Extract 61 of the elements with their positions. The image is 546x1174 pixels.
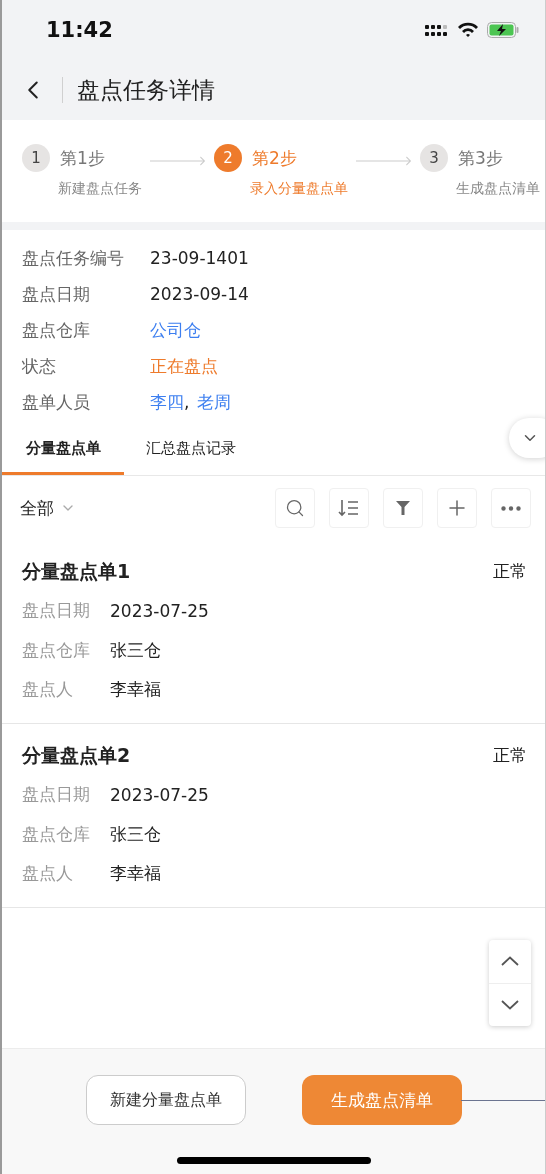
info-label: 盘点日期 [22,282,91,306]
step-subtitle: 新建盘点任务 [57,180,142,198]
warehouse-link[interactable]: 公司仓 [150,318,201,342]
sort-button[interactable] [329,488,369,528]
battery-icon [487,22,519,38]
sort-icon [338,498,360,518]
field-label: 盘点仓库 [22,638,91,662]
field-value: 张三仓 [110,822,161,846]
person-link[interactable]: 李四 [150,390,184,414]
separator: , [184,392,190,412]
chevron-down-icon [501,999,519,1010]
info-label: 盘单人员 [22,390,91,414]
chevron-up-icon [501,956,519,967]
field-value: 2023-07-25 [110,600,209,621]
info-label: 状态 [22,354,57,378]
filter-dropdown[interactable]: 全部 [20,496,76,520]
field-value: 李幸福 [110,861,161,885]
info-label: 盘点任务编号 [22,246,125,270]
more-icon [501,505,521,511]
status-value: 正在盘点 [150,354,218,378]
info-value: 23-09-1401 [150,248,249,268]
info-label: 盘点仓库 [22,318,91,342]
field-label: 盘点人 [22,861,74,885]
card-status: 正常 [493,560,527,584]
filter-icon [394,499,412,517]
step-number: 2 [214,144,242,172]
field-value: 2023-07-25 [110,784,209,805]
wifi-icon [457,22,479,38]
step-arrow-icon [150,156,206,166]
field-label: 盘点仓库 [22,822,91,846]
step-number: 3 [420,144,448,172]
field-value: 张三仓 [110,638,161,662]
person-link[interactable]: 老周 [197,390,232,414]
step-arrow-icon [356,156,412,166]
field-label: 盘点日期 [22,783,91,807]
page-title: 盘点任务详情 [77,75,215,105]
tab[interactable]: 分量盘点单 [2,424,124,475]
step-number: 1 [22,144,50,172]
step-title: 第3步 [458,146,503,170]
new-sheet-button[interactable]: 新建分量盘点单 [85,1075,246,1125]
record-card[interactable]: 分量盘点单1 正常 盘点日期 2023-07-25 盘点仓库 张三仓 盘点人 李幸福 [2,540,545,724]
card-status: 正常 [493,744,527,768]
card-title: 分量盘点单2 [22,742,131,768]
status-time: 11:42 [46,18,113,42]
signal-icon [425,23,449,37]
step-subtitle: 录入分量盘点单 [249,180,348,198]
record-card[interactable]: 分量盘点单2 正常 盘点日期 2023-07-25 盘点仓库 张三仓 盘点人 李幸福 [2,724,545,908]
more-button[interactable] [491,488,531,528]
tab[interactable]: 汇总盘点记录 [124,424,258,475]
filter-button[interactable] [383,488,423,528]
field-label: 盘点人 [22,677,74,701]
card-title: 分量盘点单1 [22,558,131,584]
field-label: 盘点日期 [22,599,91,623]
search-icon [285,498,305,518]
field-value: 李幸福 [110,677,161,701]
step-subtitle: 生成盘点清单 [455,180,540,198]
search-button[interactable] [275,488,315,528]
step-title: 第2步 [252,146,297,170]
step-title: 第1步 [60,146,105,170]
add-button[interactable] [437,488,477,528]
info-value: 2023-09-14 [150,284,249,304]
